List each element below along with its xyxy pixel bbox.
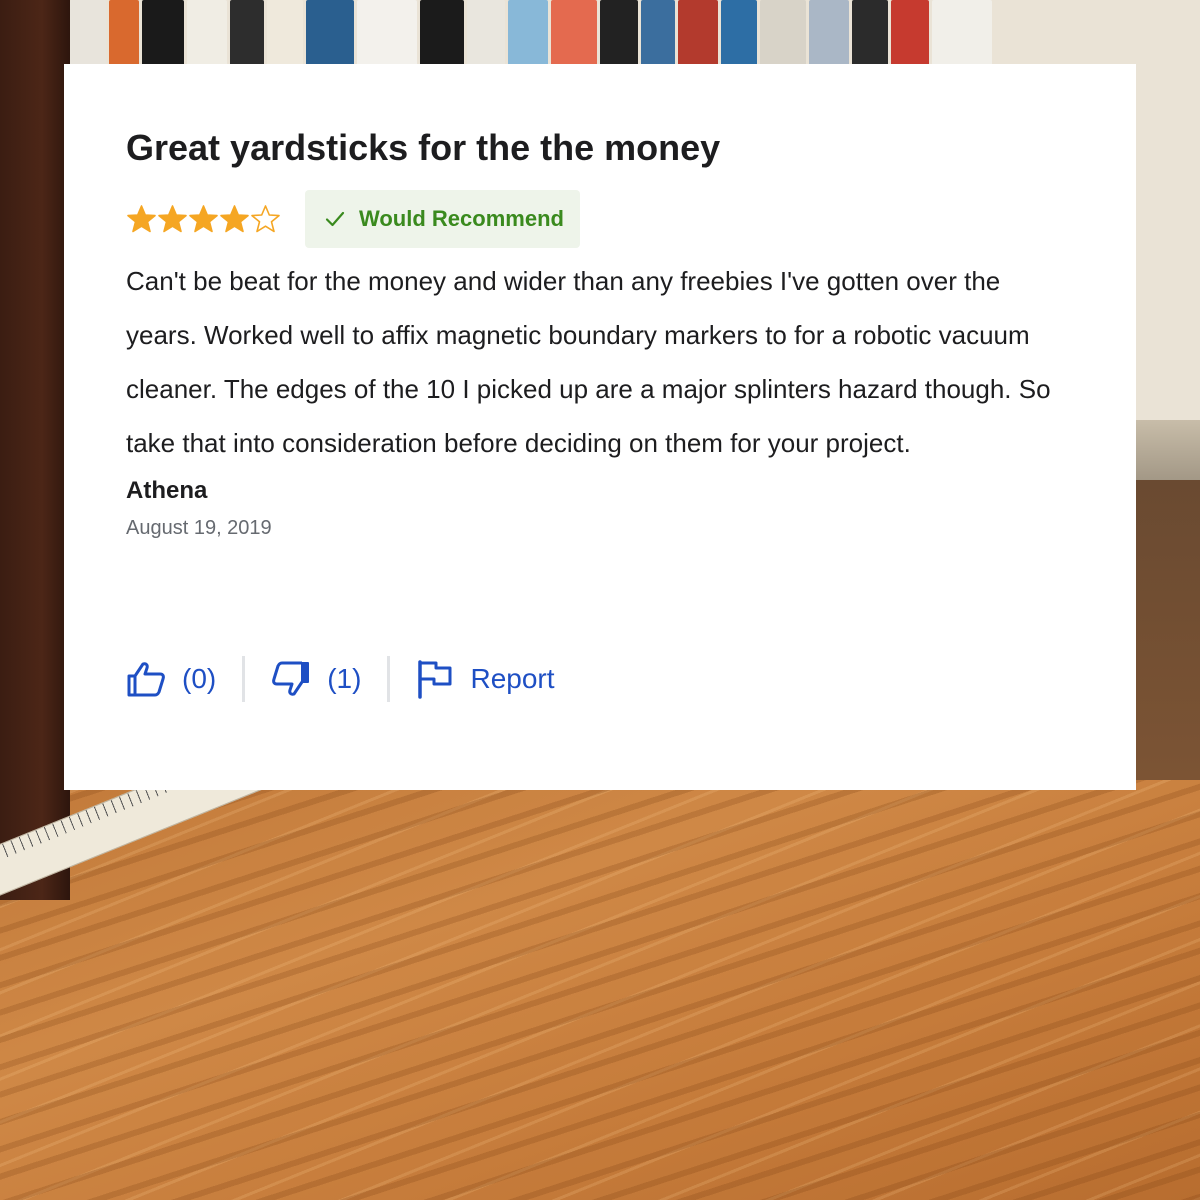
thumbs-down-icon [272,661,310,696]
report-label: Report [470,663,555,694]
review-actions: (0) (1) Report [126,656,555,702]
shelf-side [0,0,70,900]
star-filled-icon [189,205,218,233]
review-author: Athena [126,477,208,504]
review-date: August 19, 2019 [126,517,272,539]
review-body: Can't be beat for the money and wider th… [126,266,1051,458]
checkmark-icon [325,211,345,227]
badge-label: Would Recommend [359,206,564,231]
star-filled-icon [158,205,187,233]
action-divider [242,656,246,702]
star-filled-icon [127,205,156,233]
action-divider [387,656,391,702]
review-card: Great yardsticks for the the money Would… [64,64,1136,790]
star-filled-icon [220,205,249,233]
flag-icon [418,660,452,699]
star-empty-icon [251,205,280,233]
review-meta-row: Would Recommend [126,190,1074,248]
unhelpful-count: (1) [327,663,362,694]
wood-floor [0,780,1200,1200]
thumbs-up-icon [127,662,165,697]
helpful-button[interactable]: (0) [126,661,216,697]
review-title: Great yardsticks for the the money [126,127,721,168]
unhelpful-button[interactable]: (1) [271,661,361,697]
star-rating [126,204,281,234]
would-recommend-badge: Would Recommend [305,190,580,248]
report-button[interactable]: Report [416,659,555,699]
helpful-count: (0) [182,663,217,694]
